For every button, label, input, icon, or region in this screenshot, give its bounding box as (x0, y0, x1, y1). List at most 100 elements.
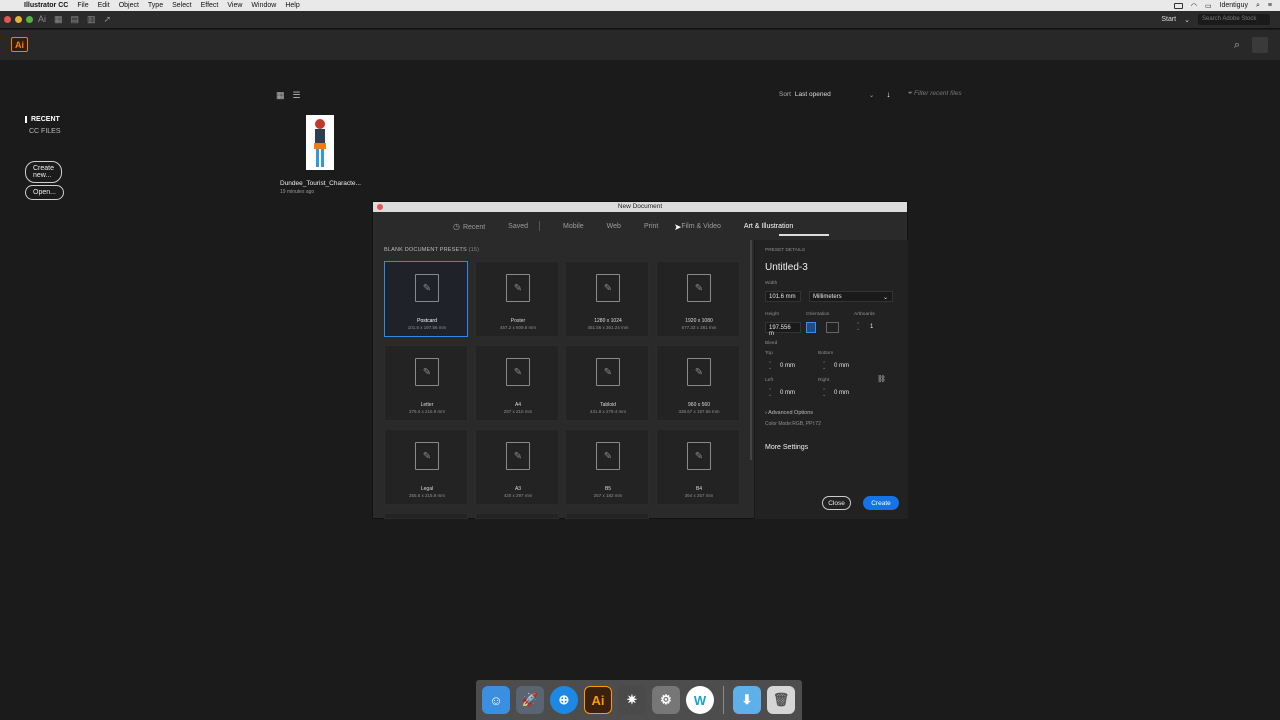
menu-edit[interactable]: Edit (98, 2, 110, 9)
arrange-icon[interactable]: ▥ (87, 14, 96, 25)
menu-list-icon[interactable]: ≡ (1268, 2, 1272, 9)
preset-tabloid[interactable]: ✎ Tabloid 431.8 x 279.4 mm (565, 345, 649, 421)
preset-poster[interactable]: ✎ Poster 457.2 x 609.6 mm (475, 261, 559, 337)
left-stepper-icon[interactable]: ⌃ ⌄ (768, 389, 772, 398)
stock-icon[interactable]: ▤ (71, 14, 80, 25)
tab-mobile[interactable]: Mobile (563, 223, 584, 230)
menu-object[interactable]: Object (119, 2, 139, 9)
illustrator-logo: Ai (11, 37, 28, 52)
battery-icon[interactable]: ▭ (1205, 2, 1212, 10)
send-icon[interactable]: ➚ (104, 14, 112, 25)
wifi-icon[interactable]: ◠ (1191, 2, 1197, 10)
preset-partial[interactable] (565, 513, 649, 519)
height-input[interactable]: 197.556 m (765, 322, 801, 337)
right-stepper-icon[interactable]: ⌃ ⌄ (822, 389, 826, 398)
preset-partial[interactable] (475, 513, 559, 519)
menu-window[interactable]: Window (251, 2, 276, 9)
list-view-icon[interactable]: ☰ (293, 90, 301, 101)
preset-partial[interactable] (384, 513, 468, 519)
tab-print[interactable]: Print (644, 223, 658, 230)
preset-a3[interactable]: ✎ A3 420 x 297 mm (475, 429, 559, 505)
chevron-down-icon[interactable]: ⌄ (869, 91, 874, 99)
preset-size: 297 x 210 mm (503, 409, 533, 414)
portrait-orientation-icon[interactable] (806, 322, 816, 333)
system-preferences-icon[interactable]: ⚙ (652, 686, 680, 714)
ai-small-icon[interactable]: Ai (38, 14, 46, 25)
menu-view[interactable]: View (227, 2, 242, 9)
more-settings-button[interactable]: More Settings (765, 444, 808, 451)
menu-app-name[interactable]: Illustrator CC (24, 2, 68, 9)
status-icon[interactable] (1173, 2, 1183, 9)
create-new-button[interactable]: Create new... (25, 161, 63, 183)
preset-name: Postcard (417, 318, 437, 324)
document-name-field[interactable]: Untitled-3 (765, 262, 808, 273)
preset-960x560[interactable]: ✎ 960 x 560 338.67 x 197.56 mm (656, 345, 740, 421)
filter-recent-input[interactable]: ⏷ Filter recent files (907, 90, 962, 98)
menu-effect[interactable]: Effect (201, 2, 219, 9)
preset-postcard[interactable]: ✎ Postcard 101.6 x 197.56 mm (384, 261, 468, 337)
preset-a4[interactable]: ✎ A4 297 x 210 mm (475, 345, 559, 421)
landscape-orientation-icon[interactable] (826, 322, 839, 333)
menu-select[interactable]: Select (172, 2, 191, 9)
chevron-down-icon[interactable]: ⌄ (1184, 16, 1190, 24)
panel-toggle-button[interactable] (1252, 37, 1268, 53)
user-name[interactable]: Identiguy (1220, 2, 1248, 9)
nav-recent[interactable]: RECENT (25, 116, 61, 123)
sort-direction-icon[interactable]: ↓ (886, 90, 890, 99)
sort-dropdown[interactable]: Last opened (795, 91, 865, 98)
bleed-right-input[interactable]: 0 mm (834, 390, 849, 396)
top-stepper-icon[interactable]: ⌃ ⌄ (768, 362, 772, 371)
tab-saved[interactable]: Saved (508, 223, 528, 230)
preset-1920x1080[interactable]: ✎ 1920 x 1080 677.33 x 381 mm (656, 261, 740, 337)
downloads-folder-icon[interactable]: ⬇ (733, 686, 761, 714)
width-input[interactable]: 101.6 mm (765, 291, 801, 302)
launchpad-icon[interactable]: 🚀 (516, 686, 544, 714)
preset-legal[interactable]: ✎ Legal 355.6 x 215.9 mm (384, 429, 468, 505)
open-button[interactable]: Open... (25, 185, 64, 200)
menu-help[interactable]: Help (285, 2, 299, 9)
menu-type[interactable]: Type (148, 2, 163, 9)
trash-icon[interactable]: 🗑 (767, 686, 795, 714)
dialog-close-icon[interactable] (377, 204, 383, 210)
finder-icon[interactable]: ☺ (482, 686, 510, 714)
bleed-top-input[interactable]: 0 mm (780, 363, 795, 369)
minimize-window-button[interactable] (15, 16, 22, 23)
start-workspace-bar: Ai ⌕ (0, 30, 1280, 60)
units-dropdown[interactable]: Millimeters ⌄ (809, 291, 893, 302)
spotlight-icon[interactable]: ⌕ (1256, 2, 1260, 10)
illustrator-dock-icon[interactable]: Ai (584, 686, 612, 714)
nav-cc-files[interactable]: CC FILES (25, 128, 61, 135)
search-icon[interactable]: ⌕ (1234, 39, 1240, 52)
media-app-icon[interactable]: ✷ (618, 686, 646, 714)
tab-film-video[interactable]: Film & Video (681, 223, 721, 230)
advanced-options-toggle[interactable]: › Advanced Options (765, 410, 813, 416)
preset-b5[interactable]: ✎ B5 257 x 182 mm (565, 429, 649, 505)
artboards-input[interactable]: 1 (870, 324, 873, 330)
stock-search-input[interactable]: Search Adobe Stock (1198, 14, 1270, 25)
presets-scrollbar[interactable] (750, 240, 752, 460)
menu-file[interactable]: File (77, 2, 88, 9)
bleed-left-input[interactable]: 0 mm (780, 390, 795, 396)
tab-web[interactable]: Web (607, 223, 621, 230)
writing-app-icon[interactable]: W (686, 686, 714, 714)
tab-recent[interactable]: ◷ Recent (453, 222, 485, 231)
close-window-button[interactable] (4, 16, 11, 23)
tab-art-illustration[interactable]: Art & Illustration (744, 223, 793, 230)
zoom-window-button[interactable] (26, 16, 33, 23)
preset-1280x1024[interactable]: ✎ 1280 x 1024 451.56 x 361.24 mm (565, 261, 649, 337)
link-icon[interactable]: ⛓ (877, 375, 886, 383)
preset-b4[interactable]: ✎ B4 364 x 257 mm (656, 429, 740, 505)
bottom-stepper-icon[interactable]: ⌃ ⌄ (822, 362, 826, 371)
grid-view-icon[interactable]: ▦ (276, 90, 285, 101)
artboards-stepper-icon[interactable]: ⌃ ⌄ (856, 323, 860, 332)
preset-name: 1920 x 1080 (685, 318, 713, 324)
bleed-bottom-input[interactable]: 0 mm (834, 363, 849, 369)
create-button[interactable]: Create (863, 496, 899, 510)
preset-letter[interactable]: ✎ Letter 279.4 x 215.9 mm (384, 345, 468, 421)
workspace-start[interactable]: Start (1161, 16, 1176, 23)
recent-file-card[interactable]: Dundee_Tourist_Characte... 19 minutes ag… (272, 113, 368, 199)
bridge-icon[interactable]: ▦ (54, 14, 63, 25)
chevron-down-icon: ⌄ (882, 295, 888, 301)
safari-icon[interactable]: ⊕ (550, 686, 578, 714)
close-button[interactable]: Close (822, 496, 851, 510)
